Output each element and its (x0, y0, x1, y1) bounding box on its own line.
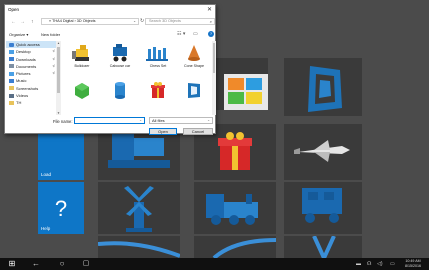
caboose-icon (113, 44, 127, 62)
file-item-cone-shape[interactable]: Cone Shape (177, 41, 211, 75)
object-tile-track-left[interactable] (98, 236, 180, 258)
organize-menu[interactable]: Organize ▾ (9, 32, 28, 37)
back-arrow-icon[interactable]: ← (11, 19, 16, 25)
object-tile-windmill[interactable] (98, 182, 180, 234)
sidebar-item-pictures[interactable]: Pictures ⊀ (6, 70, 56, 77)
pin-icon: ⊀ (52, 63, 55, 68)
folder-icon (9, 86, 14, 91)
sidebar-item-quick-access[interactable]: Quick access (6, 41, 56, 49)
clock[interactable]: 10:49 AM 8/15/2016 (405, 259, 421, 269)
pin-icon: ⊀ (52, 49, 55, 54)
search-input[interactable]: Search 3D Objects ⌕ (145, 18, 215, 25)
sidebar-item-desktop[interactable]: Desktop ⊀ (6, 48, 56, 55)
chess-icon (146, 47, 168, 61)
file-name-input[interactable]: ⌄ (74, 117, 145, 124)
file-item-frame[interactable] (177, 78, 211, 112)
desktop-icon (9, 49, 14, 54)
cylinder-icon (115, 82, 125, 99)
cone-icon (188, 45, 200, 61)
file-item-cylinder[interactable] (103, 78, 137, 112)
taskbar: ⊞ ← ○ ▢ ▬ ☊ ◁) ▭ 10:49 AM 8/15/2016 (0, 258, 429, 270)
address-path: « THA4 Digital › 3D Objects (49, 19, 96, 23)
new-folder-button[interactable]: New folder (41, 32, 60, 37)
open-file-dialog: Open ✕ ← → ↑ « THA4 Digital › 3D Objects… (4, 4, 217, 135)
sidebar-item-videos[interactable]: Videos (6, 92, 56, 99)
load-tile-label: Load (41, 172, 52, 177)
help-tile-label: Help (41, 226, 51, 231)
bulldozer-icon (72, 45, 89, 61)
download-icon (9, 57, 14, 62)
object-tile-picture-frame[interactable] (284, 58, 362, 116)
address-bar[interactable]: « THA4 Digital › 3D Objects ⌄ (41, 18, 139, 25)
search-placeholder: Search 3D Objects (149, 19, 181, 23)
gift-icon (151, 82, 165, 98)
chevron-down-icon[interactable]: ⌄ (207, 118, 210, 123)
close-icon[interactable]: ✕ (207, 6, 212, 13)
sidebar-item-th[interactable]: TH (6, 99, 56, 106)
forward-arrow-icon[interactable]: → (20, 19, 25, 25)
file-item-chess-set[interactable]: Chess Set (141, 41, 175, 75)
chevron-down-icon[interactable]: ⌄ (133, 19, 136, 24)
file-name-label: File name: (53, 119, 73, 124)
chevron-down-icon[interactable]: ⌄ (139, 118, 142, 123)
sidebar-item-screenshots[interactable]: Screenshots (6, 85, 56, 92)
sidebar-item-music[interactable]: Music (6, 77, 56, 84)
preview-pane-icon[interactable]: ▭ (193, 31, 198, 37)
start-icon[interactable]: ⊞ (6, 258, 18, 270)
network-icon[interactable]: ☊ (367, 258, 371, 270)
frame-icon (188, 83, 200, 98)
search-icon: ⌕ (209, 19, 212, 24)
object-tile-space-shuttle[interactable] (284, 124, 362, 180)
clock-date: 8/15/2016 (405, 264, 421, 268)
up-arrow-icon[interactable]: ↑ (31, 19, 34, 25)
pin-icon: ⊀ (52, 71, 55, 76)
object-tile-locomotive[interactable] (194, 182, 276, 234)
task-view-icon[interactable]: ▢ (80, 258, 92, 270)
help-icon[interactable]: ? (208, 31, 214, 37)
scrollbar-thumb[interactable] (213, 43, 215, 73)
keyboard-icon[interactable]: ▬ (356, 258, 361, 270)
volume-icon[interactable]: ◁) (377, 258, 383, 270)
view-options-icon[interactable]: ☷ ▾ (177, 31, 185, 37)
document-icon (9, 64, 14, 69)
scrollbar-thumb[interactable] (57, 47, 60, 93)
file-item-bulldozer[interactable]: Bulldozer (65, 41, 99, 75)
object-tile-color-blocks[interactable] (208, 58, 268, 110)
back-arrow-icon[interactable]: ← (30, 258, 42, 270)
search-icon[interactable]: ○ (56, 258, 68, 270)
cancel-button[interactable]: Cancel (183, 128, 213, 135)
refresh-icon[interactable]: ↻ (140, 18, 144, 24)
file-item-caboose-car[interactable]: Caboose car (103, 41, 137, 75)
file-list-scrollbar[interactable] (212, 41, 216, 115)
star-icon (9, 42, 14, 47)
sidebar-item-documents[interactable]: Documents ⊀ (6, 63, 56, 70)
navigation-pane: Quick access Desktop ⊀ Downloads ⊀ Docum… (6, 41, 56, 115)
open-button[interactable]: Open (149, 128, 177, 135)
object-tile-track-curve[interactable] (194, 236, 276, 258)
video-icon (9, 93, 14, 98)
dialog-title: Open (8, 7, 20, 12)
help-tile[interactable]: ? Help (38, 182, 84, 234)
help-icon: ? (54, 196, 68, 221)
sidebar-item-downloads[interactable]: Downloads ⊀ (6, 56, 56, 63)
picture-icon (9, 71, 14, 76)
file-type-select[interactable]: All files ⌄ (149, 117, 213, 124)
cube-icon (75, 83, 89, 99)
file-item-cube[interactable] (65, 78, 99, 112)
navigation-scrollbar[interactable]: ▲ ▼ (56, 41, 61, 115)
folder-icon (9, 100, 14, 105)
object-tile-track-switch[interactable] (284, 236, 362, 258)
scroll-up-icon[interactable]: ▲ (56, 41, 61, 45)
file-item-gift[interactable] (141, 78, 175, 112)
dialog-toolbar: Organize ▾ New folder ☷ ▾ ▭ ? (5, 30, 217, 39)
action-center-icon[interactable]: ▭ (390, 258, 395, 270)
pin-icon: ⊀ (52, 56, 55, 61)
object-tile-caboose[interactable] (284, 182, 362, 234)
music-icon (9, 78, 14, 83)
file-list: Bulldozer Caboose car Chess Set Cone Sha… (63, 41, 215, 115)
scroll-down-icon[interactable]: ▼ (56, 111, 61, 115)
